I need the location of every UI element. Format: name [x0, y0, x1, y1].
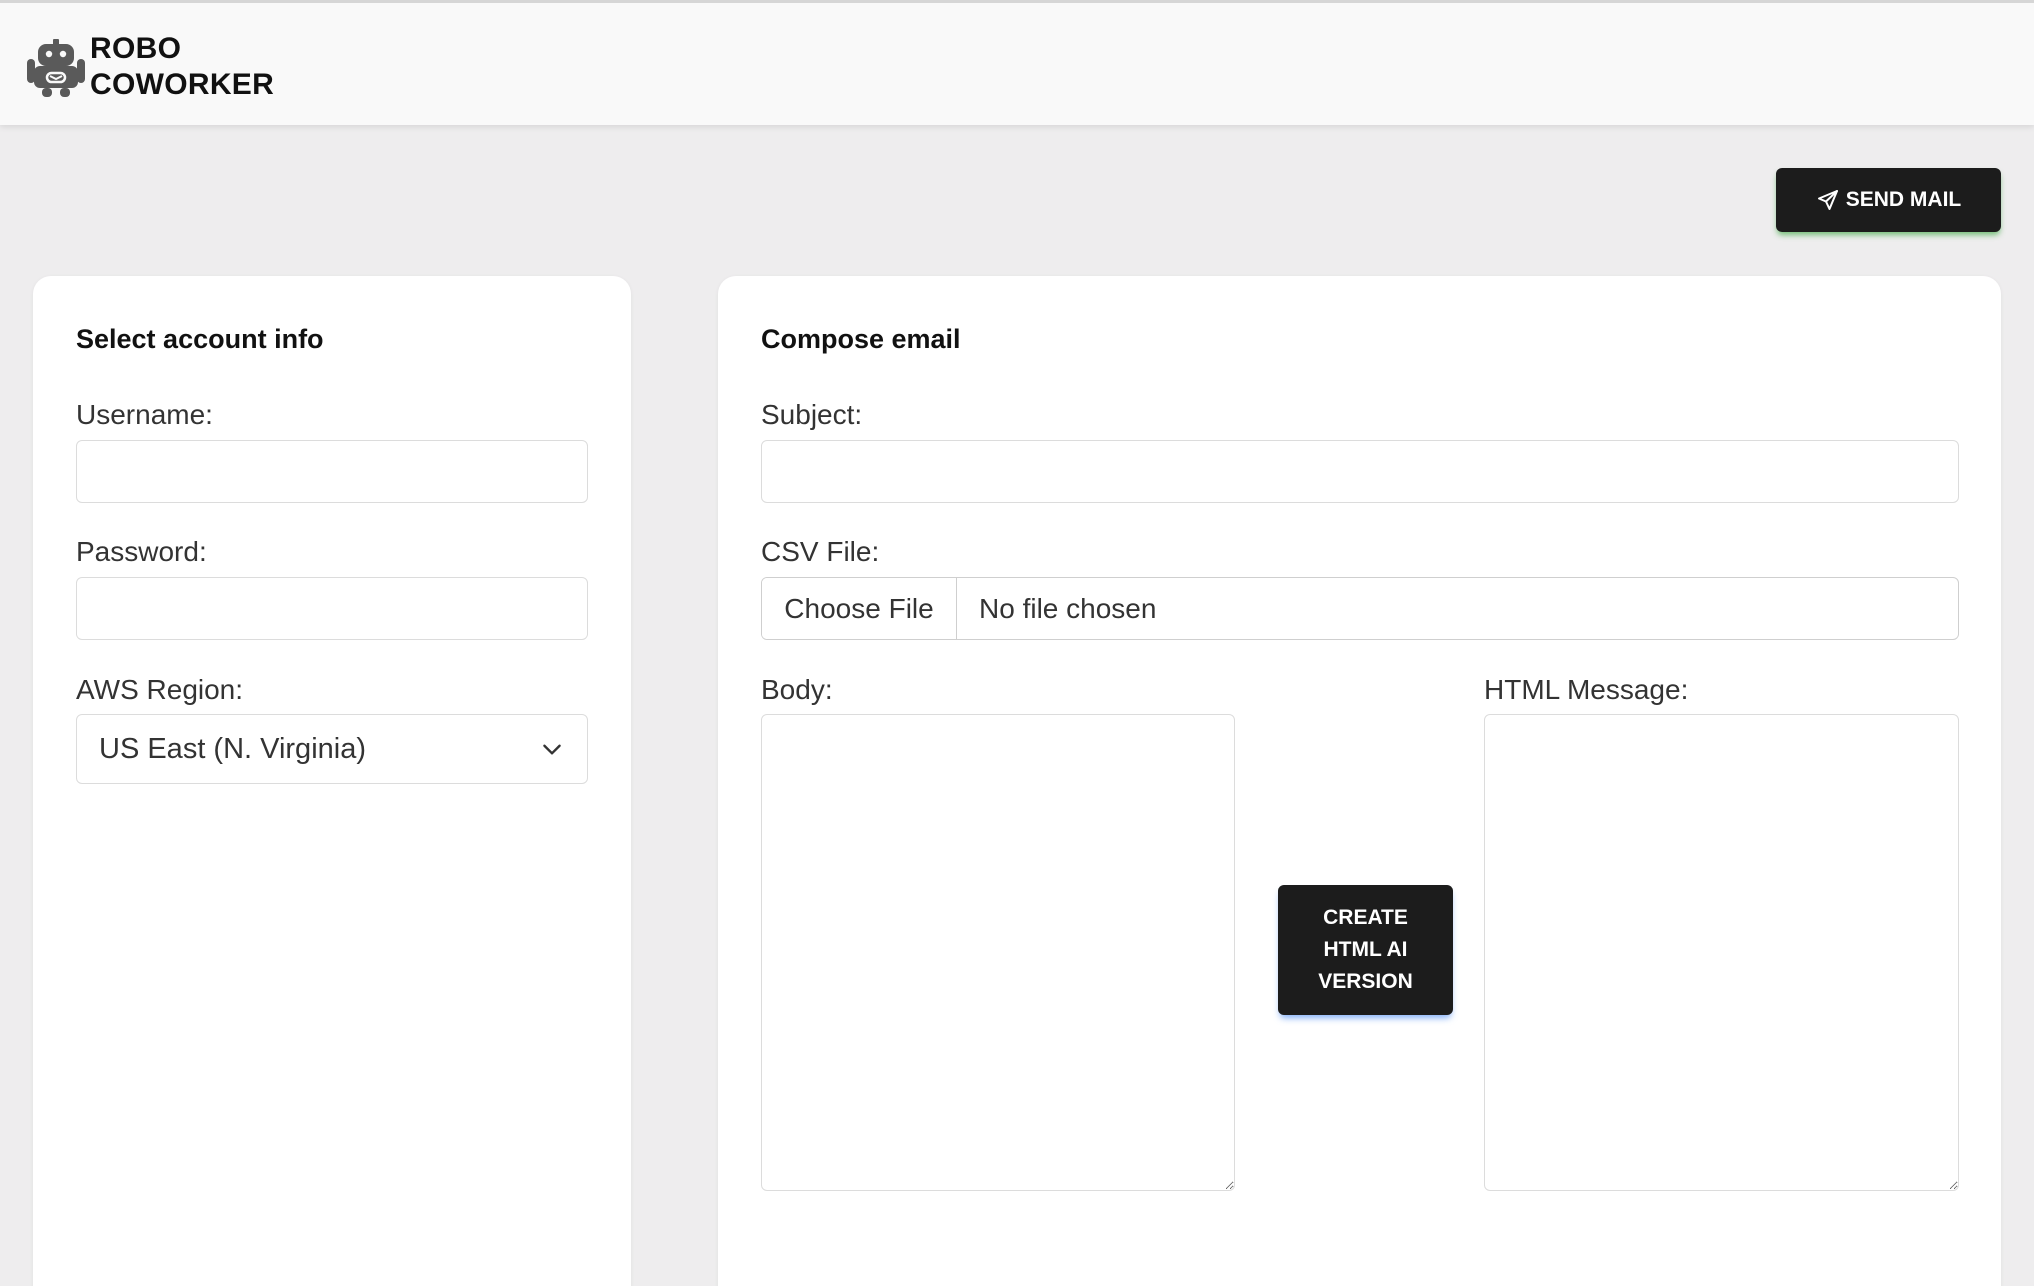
subject-input[interactable]: [761, 440, 1959, 503]
csv-file-label: CSV File:: [761, 536, 880, 567]
compose-email-title: Compose email: [761, 324, 961, 354]
html-message-label: HTML Message:: [1484, 674, 1689, 705]
body-label: Body:: [761, 674, 833, 705]
paper-plane-icon: [1817, 190, 1838, 210]
choose-file-button[interactable]: Choose File: [762, 578, 957, 639]
brand-name: ROBO COWORKER: [90, 31, 274, 103]
aws-region-label: AWS Region:: [76, 674, 244, 705]
app-header: ROBO COWORKER: [0, 0, 2034, 125]
send-mail-label: SEND MAIL: [1845, 188, 1962, 211]
aws-region-selected: US East (N. Virginia): [99, 732, 366, 765]
subject-label: Subject:: [761, 399, 863, 430]
csv-file-input[interactable]: Choose File No file chosen: [761, 577, 1959, 640]
body-textarea[interactable]: [761, 714, 1235, 1191]
brand-name-line2: COWORKER: [90, 68, 275, 101]
account-info-card: Select account info Username: Password: …: [33, 276, 631, 1286]
aws-region-select[interactable]: US East (N. Virginia): [76, 714, 588, 784]
password-input[interactable]: [76, 577, 588, 640]
username-label: Username:: [76, 399, 213, 430]
password-label: Password:: [76, 536, 207, 567]
chevron-down-icon: [543, 744, 561, 755]
file-status-text: No file chosen: [979, 592, 1157, 624]
brand-name-line1: ROBO: [90, 32, 182, 65]
robot-icon: [27, 39, 85, 97]
username-input[interactable]: [76, 440, 588, 503]
brand-logo[interactable]: ROBO COWORKER: [26, 31, 274, 103]
page: ROBO COWORKER SEND MAIL Select account i…: [0, 0, 2034, 1286]
compose-email-card: Compose email Subject: CSV File: Choose …: [718, 276, 2001, 1286]
send-mail-button[interactable]: SEND MAIL: [1776, 168, 2001, 232]
create-html-ai-button[interactable]: CREATE HTML AI VERSION: [1278, 885, 1453, 1015]
account-info-title: Select account info: [76, 324, 324, 354]
html-message-textarea[interactable]: [1484, 714, 1959, 1191]
